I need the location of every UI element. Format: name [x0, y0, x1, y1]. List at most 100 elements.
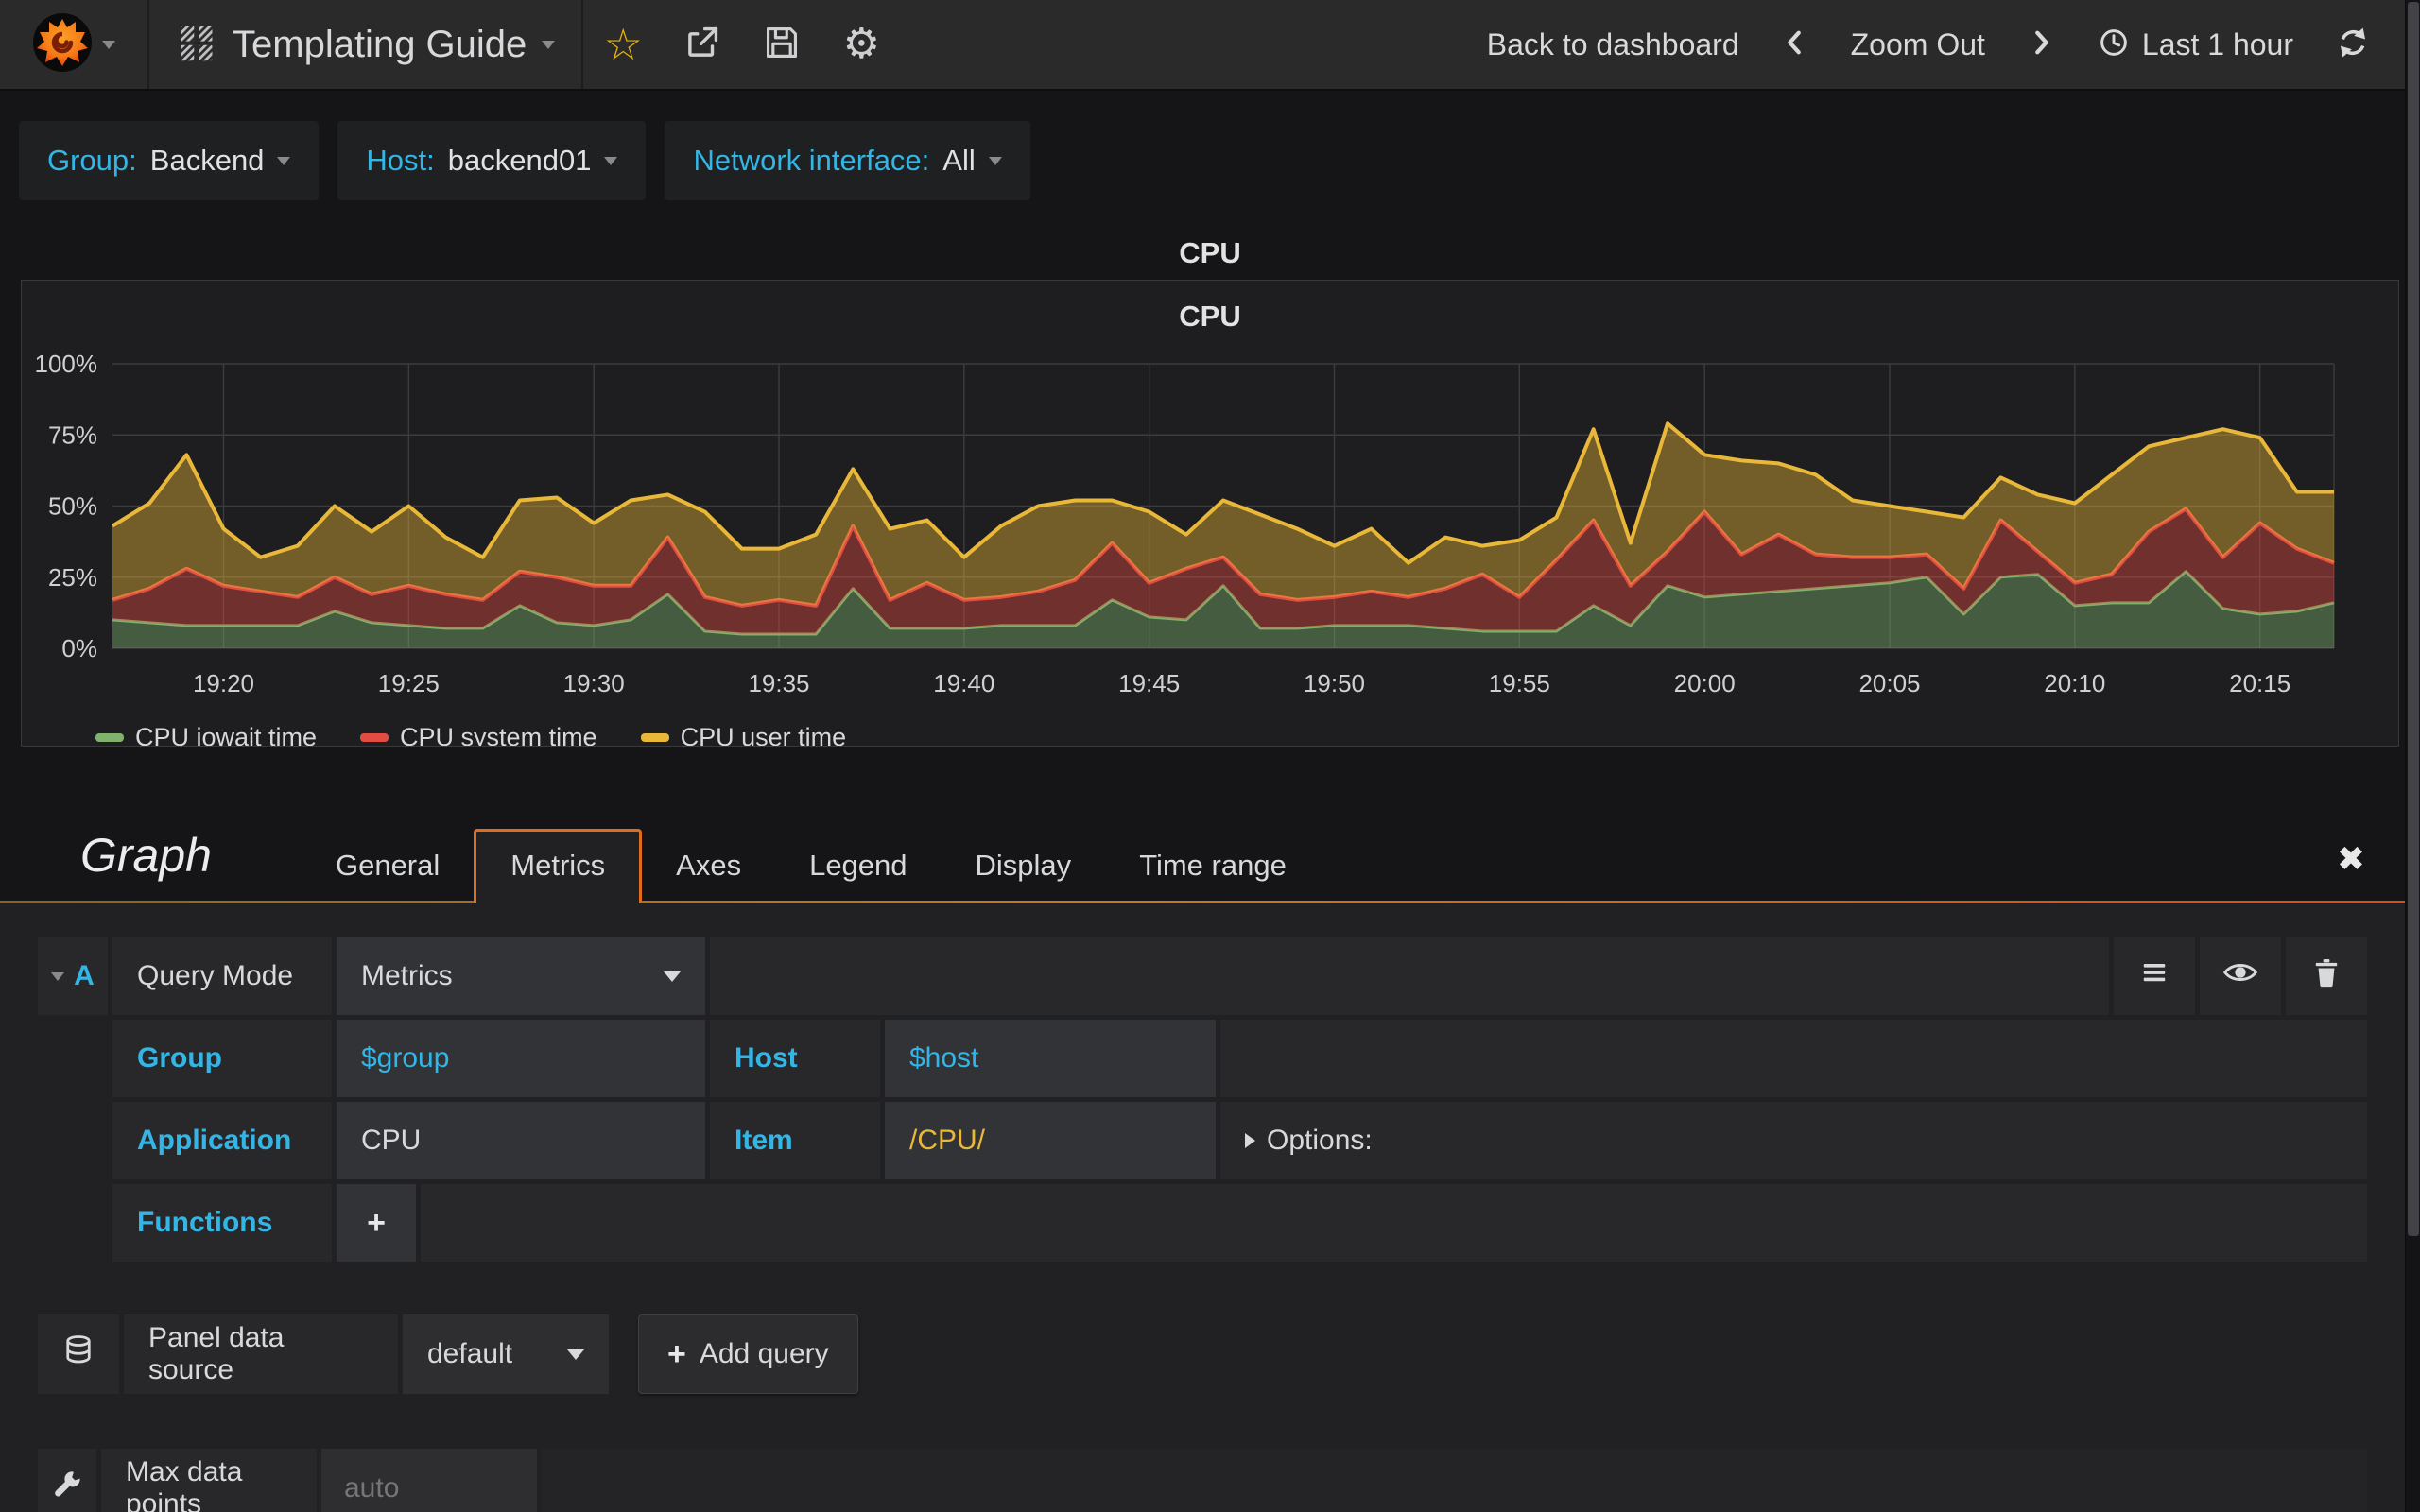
- scrollbar-thumb[interactable]: [2407, 2, 2419, 1236]
- save-button[interactable]: [742, 0, 821, 89]
- query-row-a: A Query Mode Metrics: [38, 937, 2367, 1015]
- panel-title[interactable]: CPU: [22, 281, 2398, 335]
- options-caret-icon: [1245, 1133, 1255, 1148]
- query-mode-caret: [664, 971, 681, 982]
- metrics-tab-content: A Query Mode Metrics Group $group Host $…: [0, 903, 2420, 1512]
- refresh-icon: [2335, 25, 2371, 65]
- legend-label: CPU system time: [400, 723, 597, 747]
- functions-label: Functions: [112, 1184, 332, 1262]
- database-icon: [60, 1332, 97, 1377]
- refresh-button[interactable]: [2314, 25, 2392, 65]
- x-axis-tick: 19:25: [378, 669, 440, 697]
- time-picker-button[interactable]: Last 1 hour: [2076, 26, 2314, 64]
- variable-label: Network interface:: [693, 144, 930, 177]
- tab-legend[interactable]: Legend: [775, 832, 941, 903]
- time-shift-left-button[interactable]: [1760, 26, 1830, 63]
- variable-label: Group:: [47, 144, 137, 177]
- legend-item-cpu-user-time[interactable]: CPU user time: [640, 723, 846, 746]
- query-row-filler: [710, 937, 2109, 1015]
- eye-icon: [2221, 954, 2259, 999]
- add-function-button[interactable]: +: [337, 1184, 416, 1262]
- datasource-row: Panel data source default + Add query: [38, 1314, 2367, 1394]
- x-axis-tick: 19:30: [563, 669, 625, 697]
- application-value-field[interactable]: CPU: [337, 1102, 705, 1179]
- dashboard-grid-icon: [176, 22, 217, 68]
- x-axis-tick: 20:05: [1858, 669, 1920, 697]
- wrench-cell: [38, 1449, 96, 1512]
- host-value-field[interactable]: $host: [885, 1020, 1216, 1097]
- page-scrollbar: [2405, 0, 2420, 1512]
- navbar-right: Back to dashboard Zoom Out Last 1 hour: [1466, 0, 2420, 89]
- max-data-points-label: Max data points: [101, 1449, 317, 1512]
- legend-item-cpu-system-time[interactable]: CPU system time: [360, 723, 597, 747]
- x-axis-tick: 19:45: [1118, 669, 1180, 697]
- legend-item-cpu-iowait-time[interactable]: CPU iowait time: [95, 723, 317, 746]
- graph-panel: CPU 0% 25% 50% 75% 100% 19:20 19:25 19:30 19:35 1…: [21, 280, 2399, 747]
- legend-swatch: [360, 733, 389, 742]
- star-icon: ☆: [603, 20, 643, 69]
- tab-metrics[interactable]: Metrics: [474, 829, 643, 903]
- chart-legend: CPU iowait time CPU system time CPU user t…: [95, 723, 2398, 747]
- dashboard-title: Templating Guide: [233, 23, 527, 65]
- options-toggle[interactable]: Options:: [1245, 1125, 1373, 1157]
- datasource-icon-cell: [38, 1314, 119, 1394]
- options-cell: Options:: [1220, 1102, 2367, 1179]
- grafana-logo[interactable]: [0, 0, 149, 89]
- editor-tabs: General Metrics Axes Legend Display Time rang…: [302, 829, 1321, 903]
- logo-dropdown-caret: [102, 40, 115, 49]
- x-axis-tick: 19:20: [193, 669, 254, 697]
- dashboard-title-menu[interactable]: Templating Guide: [149, 0, 584, 89]
- grafana-logo-icon: [32, 12, 93, 77]
- back-to-dashboard-button[interactable]: Back to dashboard: [1466, 27, 1760, 62]
- query-delete-button[interactable]: [2286, 937, 2367, 1015]
- query-mode-label: Query Mode: [112, 937, 332, 1015]
- item-value-field[interactable]: /CPU/: [885, 1102, 1216, 1179]
- datasource-select[interactable]: default: [403, 1314, 609, 1394]
- tab-display[interactable]: Display: [942, 832, 1106, 903]
- variable-host[interactable]: Host: backend01: [337, 121, 647, 200]
- variable-caret: [277, 156, 291, 165]
- x-axis-tick: 19:55: [1489, 669, 1550, 697]
- variable-network-interface[interactable]: Network interface: All: [665, 121, 1030, 200]
- query-toggle-visibility-button[interactable]: [2200, 937, 2281, 1015]
- functions-row-filler: [421, 1184, 2367, 1262]
- variable-group[interactable]: Group: Backend: [19, 121, 320, 200]
- y-axis-tick: 50%: [48, 492, 97, 521]
- tab-axes[interactable]: Axes: [642, 832, 775, 903]
- trash-icon: [2309, 955, 2343, 997]
- panel-type-label: Graph: [80, 829, 212, 882]
- wrench-icon: [51, 1469, 83, 1508]
- zoom-out-button[interactable]: Zoom Out: [1830, 27, 2006, 62]
- max-data-points-row: Max data points: [38, 1449, 2367, 1512]
- panel-fullscreen-title: CPU: [1179, 236, 1241, 269]
- variable-value: Backend: [149, 144, 265, 177]
- add-query-button[interactable]: + Add query: [638, 1314, 858, 1394]
- star-button[interactable]: ☆: [583, 0, 663, 89]
- chart-canvas[interactable]: 0% 25% 50% 75% 100% 19:20 19:25 19:30 19:35 19:40…: [22, 335, 2396, 713]
- x-axis-tick: 20:00: [1674, 669, 1736, 697]
- query-ref-id: A: [74, 960, 95, 991]
- query-mode-select[interactable]: Metrics: [337, 937, 705, 1015]
- tab-general[interactable]: General: [302, 832, 474, 903]
- max-data-points-input[interactable]: [321, 1449, 537, 1512]
- close-editor-button[interactable]: ✖: [2337, 839, 2365, 879]
- x-axis-tick: 19:50: [1304, 669, 1365, 697]
- panel-editor-header: Graph General Metrics Axes Legend Display Tim…: [0, 747, 2420, 903]
- variable-value: backend01: [447, 144, 592, 177]
- group-label: Group: [112, 1020, 332, 1097]
- tab-time-range[interactable]: Time range: [1105, 832, 1321, 903]
- group-value-field[interactable]: $group: [337, 1020, 705, 1097]
- gear-icon: ⚙: [842, 21, 881, 67]
- editor-accent-line: [0, 901, 2420, 903]
- panel-datasource-label: Panel data source: [124, 1314, 398, 1394]
- share-button[interactable]: [663, 0, 742, 89]
- query-collapse-toggle[interactable]: A: [38, 937, 108, 1015]
- query-menu-button[interactable]: [2114, 937, 2195, 1015]
- chevron-right-icon: [2027, 26, 2055, 63]
- save-icon: [762, 23, 802, 67]
- x-axis-tick: 20:10: [2044, 669, 2105, 697]
- variable-label: Host:: [366, 144, 435, 177]
- time-shift-right-button[interactable]: [2006, 26, 2076, 63]
- settings-button[interactable]: ⚙: [821, 0, 901, 89]
- max-row-filler: [542, 1449, 2367, 1512]
